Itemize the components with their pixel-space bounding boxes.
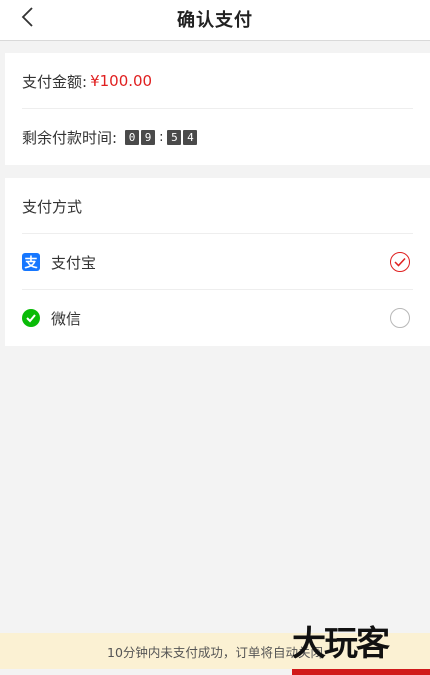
amount-row: 支付金额: ¥100.00 (5, 53, 430, 109)
countdown-label: 剩余付款时间: (22, 128, 118, 147)
pay-option-alipay[interactable]: 支 支付宝 (5, 234, 430, 290)
top-nav-bar: 确认支付 (0, 0, 430, 41)
payment-method-title: 支付方式 (22, 197, 83, 216)
payment-confirm-page: 确认支付 支付金额: ¥100.00 剩余付款时间: 0 9 : 5 4 支付方… (0, 0, 430, 675)
payment-method-header: 支付方式 (5, 178, 430, 234)
pay-option-wechat[interactable]: 微信 (5, 290, 430, 346)
pay-option-label: 微信 (51, 309, 82, 328)
svg-text:支: 支 (23, 255, 38, 271)
watermark-underline (292, 669, 430, 675)
countdown-digit: 9 (141, 129, 156, 145)
payment-method-section: 支付方式 支 支付宝 微信 (5, 178, 430, 346)
countdown-colon: : (159, 129, 164, 145)
wechat-icon (22, 309, 40, 327)
watermark-text: 大玩客 (292, 624, 390, 664)
countdown-row: 剩余付款时间: 0 9 : 5 4 (5, 109, 430, 165)
notice-text: 10分钟内未支付成功，订单将自动关闭 (107, 644, 323, 660)
countdown-digit: 0 (125, 129, 140, 145)
amount-label: 支付金额: (22, 72, 88, 91)
alipay-icon: 支 (22, 253, 40, 271)
page-title: 确认支付 (177, 10, 253, 31)
payment-info-section: 支付金额: ¥100.00 剩余付款时间: 0 9 : 5 4 (5, 53, 430, 165)
watermark-logo: 大玩客 (292, 622, 430, 675)
countdown-digit: 5 (167, 129, 182, 145)
pay-option-label: 支付宝 (51, 253, 97, 272)
radio-checked[interactable] (390, 252, 410, 272)
radio-unchecked[interactable] (390, 308, 410, 328)
amount-value: ¥100.00 (90, 72, 153, 90)
countdown-digit: 4 (183, 129, 198, 145)
